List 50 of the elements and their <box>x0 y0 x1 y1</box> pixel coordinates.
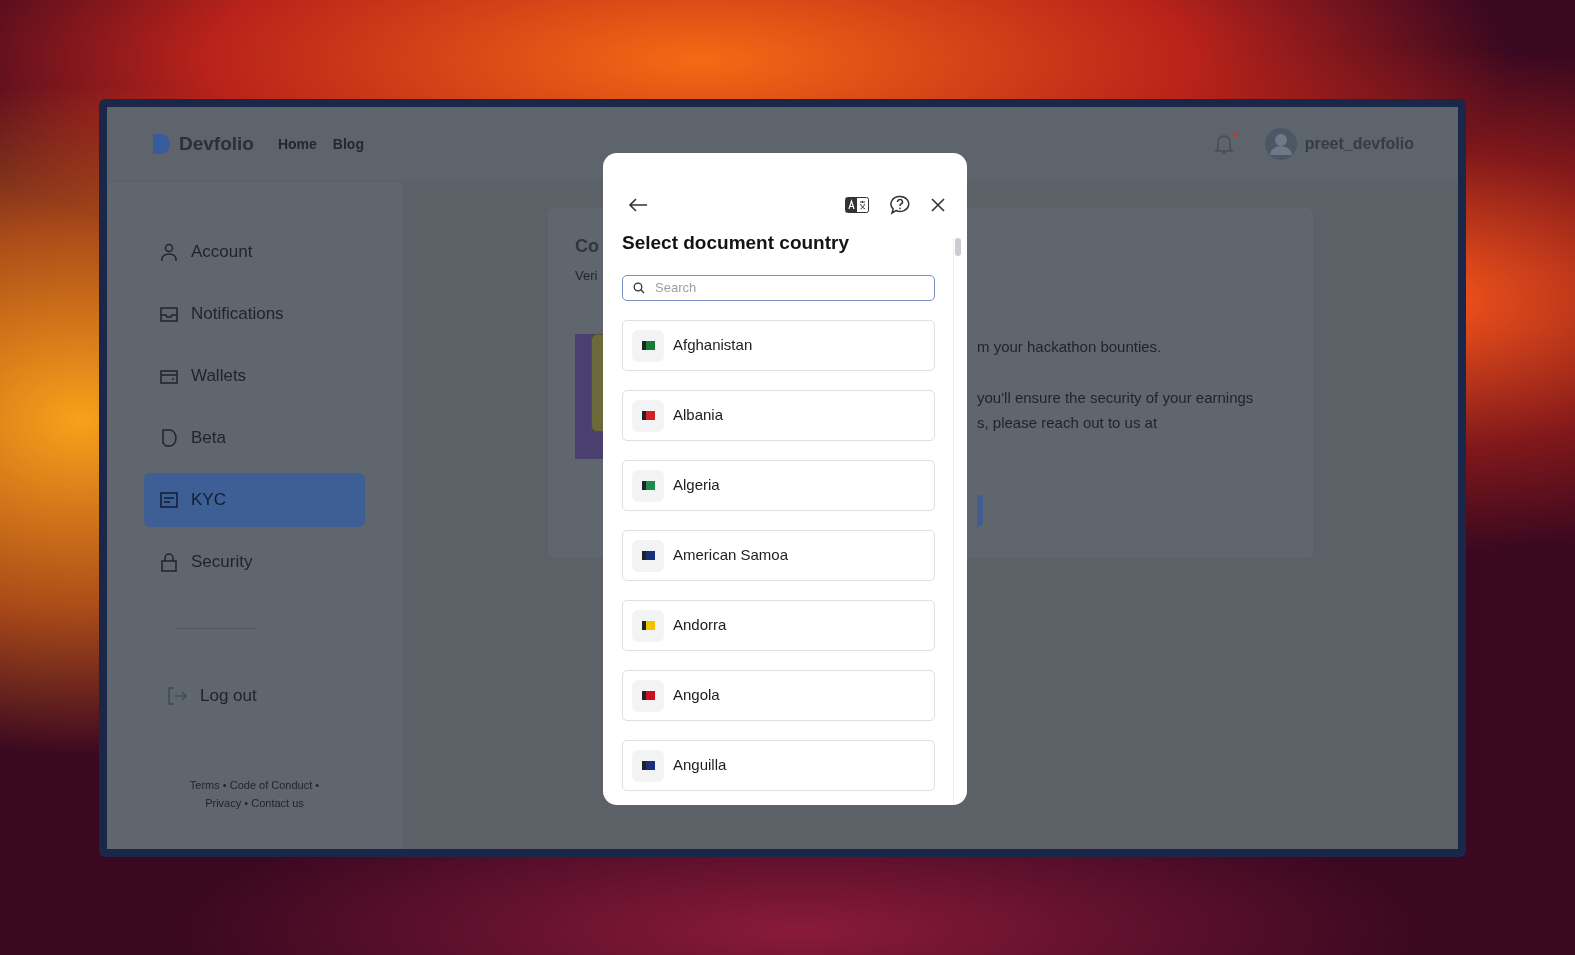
flag-icon <box>641 551 655 560</box>
sidebar-item[interactable]: KYC <box>144 473 365 527</box>
footer-link[interactable]: Privacy <box>205 796 242 809</box>
country-option[interactable]: Algeria <box>622 460 935 511</box>
flag-icon <box>641 761 655 770</box>
inbox-icon <box>159 304 179 324</box>
card-subtitle: Veri <box>575 267 599 285</box>
sidebar-item[interactable]: Notifications <box>144 287 365 341</box>
logo-icon <box>151 133 171 155</box>
back-button[interactable] <box>628 196 648 213</box>
dialog-title: Select document country <box>622 230 850 255</box>
search-icon <box>633 282 645 295</box>
lock-icon <box>159 552 179 572</box>
country-option[interactable]: Andorra <box>622 600 935 651</box>
scrollbar-thumb[interactable] <box>955 238 961 256</box>
country-option[interactable]: American Samoa <box>622 530 935 581</box>
button-edge <box>977 495 983 527</box>
logout-icon <box>166 685 188 706</box>
separator-dot: • <box>222 778 227 791</box>
search-field[interactable]: Search <box>622 275 935 301</box>
nav-link[interactable]: Blog <box>332 133 364 155</box>
body-text: you'll ensure the security of your earnings <box>977 388 1254 408</box>
flag-icon <box>641 621 655 630</box>
country-option[interactable]: Afghanistan <box>622 320 935 371</box>
nav-link[interactable]: Home <box>277 133 317 155</box>
flag-icon <box>641 411 655 420</box>
flag-icon <box>641 691 655 700</box>
sidebar-item[interactable]: Security <box>144 535 365 589</box>
flag-icon <box>641 341 655 350</box>
country-option[interactable]: Angola <box>622 670 935 721</box>
sidebar-item[interactable]: Wallets <box>144 349 365 403</box>
country-option[interactable]: Albania <box>622 390 935 441</box>
body-text: s, please reach out to us at <box>977 413 1159 433</box>
logout-link[interactable]: Log out <box>200 683 257 709</box>
help-button[interactable] <box>889 194 911 215</box>
close-button[interactable] <box>931 197 945 212</box>
sidebar-item[interactable]: Beta <box>144 411 365 465</box>
sidebar-item[interactable]: Account <box>144 225 365 279</box>
body-text: m your hackathon bounties. <box>977 337 1163 357</box>
flag-icon <box>641 481 655 490</box>
translate-button[interactable] <box>845 196 869 213</box>
country-option[interactable]: Anguilla <box>622 740 935 791</box>
user-icon <box>159 242 179 262</box>
separator-dot: • <box>244 796 249 809</box>
card-icon <box>159 490 179 510</box>
document-icon <box>159 428 179 448</box>
footer-link[interactable]: Code of Conduct <box>229 778 313 791</box>
footer-link[interactable]: Terms <box>189 778 220 791</box>
footer-link[interactable]: Contact us <box>251 796 304 809</box>
separator-dot: • <box>315 778 320 791</box>
